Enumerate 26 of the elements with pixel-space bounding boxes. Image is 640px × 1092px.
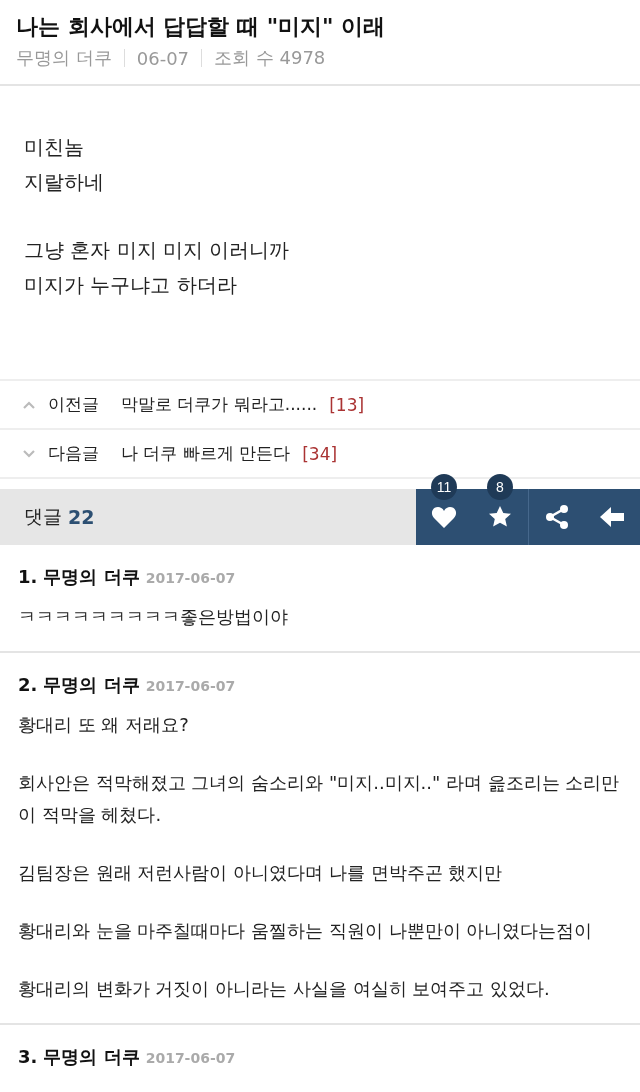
comment-author: 무명의 더쿠 (43, 1045, 140, 1069)
post-date: 06-07 (136, 47, 190, 69)
comment-author: 무명의 더쿠 (43, 565, 140, 589)
comment-text: 황대리의 변화가 거짓이 아니라는 사실을 여실히 보여주고 있었다. (18, 977, 551, 1001)
body-text: 그냥 혼자 미지 미지 이러니까 (24, 237, 291, 264)
view-count: 조회 수 4978 (214, 46, 326, 70)
comment-text: 황대리 또 왜 저래요? (18, 713, 190, 737)
body-text: 미지가 누구냐고 하더라 (24, 272, 238, 299)
comment-count: 22 (68, 506, 95, 528)
body-text: 지랄하네 (24, 169, 105, 196)
comment-text: 황대리와 눈을 마주칠때마다 움찔하는 직원이 나뿐만이 아니였다는점이 (18, 919, 594, 943)
comment-date: 2017-06-07 (145, 678, 236, 694)
body-text: 미친놈 (24, 134, 85, 161)
comment-text: 회사안은 적막해졌고 그녀의 숨소리와 "미지..미지.." 라며 읊조리는 소리만이 적막을 헤쳤다. (18, 771, 621, 827)
comment-number: 3. (18, 1046, 38, 1067)
comment-label: 댓글 (24, 504, 62, 529)
comment-number: 2. (18, 674, 38, 695)
comment-text: ㅋㅋㅋㅋㅋㅋㅋㅋㅋ좋은방법이야 (18, 605, 289, 629)
post-link[interactable]: 이전글 막말로 더쿠가 뭐라고...... [13] (0, 381, 640, 430)
comment-number: 1. (18, 566, 38, 587)
comment-date: 2017-06-07 (145, 570, 236, 586)
post-title: 나는 회사에서 답답할 때 "미지" 이래 (16, 13, 387, 41)
post-link[interactable]: 다음글 나 더쿠 빠르게 만든다 [34] (0, 430, 640, 479)
comment-text: 김팀장은 원래 저런사람이 아니였다며 나를 면박주곤 했지만 (18, 861, 504, 885)
comment-date: 2017-06-07 (145, 1050, 236, 1066)
comment-author: 무명의 더쿠 (43, 673, 140, 697)
